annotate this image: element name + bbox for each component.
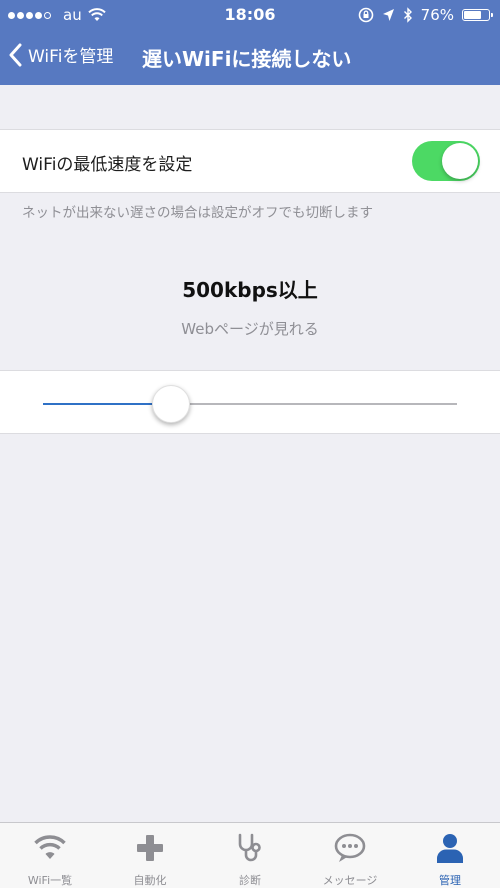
tab-messages[interactable]: メッセージ [300, 823, 400, 888]
tab-bar: WiFi一覧 自動化 診断 メッセージ 管理 [0, 822, 500, 888]
plus-icon [137, 835, 163, 861]
status-bar: au 18:06 76% [0, 0, 500, 30]
tab-automation-label: 自動化 [133, 874, 167, 887]
status-right: 76% [358, 6, 493, 24]
battery-fill [464, 11, 481, 19]
page-title: 遅いWiFiに接続しない [142, 47, 352, 71]
location-arrow-icon [382, 9, 394, 21]
tab-manage[interactable]: 管理 [400, 823, 500, 888]
chevron-left-icon [9, 43, 22, 66]
tab-messages-label: メッセージ [322, 874, 378, 887]
min-speed-toggle-row: WiFiの最低速度を設定 [0, 129, 500, 193]
back-button[interactable]: WiFiを管理 [8, 42, 113, 67]
chat-bubble-icon [334, 833, 366, 862]
person-icon [437, 834, 463, 863]
speed-threshold-value: 500kbps以上 [182, 278, 318, 302]
tab-wifi-list-label: WiFi一覧 [27, 874, 73, 887]
speed-threshold-description: Webページが見れる [181, 320, 319, 338]
tab-manage-label: 管理 [439, 874, 461, 887]
rotation-lock-icon [358, 7, 373, 23]
tab-diagnosis-label: 診断 [239, 874, 261, 887]
switch-knob [442, 143, 478, 179]
tab-diagnosis[interactable]: 診断 [200, 823, 300, 888]
battery-percent: 76% [420, 6, 454, 24]
wifi-icon [34, 835, 66, 859]
min-speed-toggle-label: WiFiの最低速度を設定 [22, 155, 193, 175]
min-speed-switch[interactable] [412, 141, 480, 181]
speed-slider-track[interactable] [43, 403, 457, 405]
tab-wifi-list[interactable]: WiFi一覧 [0, 823, 100, 888]
navigation-bar: WiFiを管理 遅いWiFiに接続しない [0, 30, 500, 85]
speed-slider-row [0, 370, 500, 434]
back-button-label: WiFiを管理 [28, 47, 114, 67]
tab-automation[interactable]: 自動化 [100, 823, 200, 888]
disconnect-note: ネットが出来ない遅さの場合は設定がオフでも切断します [22, 205, 373, 221]
stethoscope-icon [238, 833, 261, 862]
speed-slider-thumb[interactable] [152, 385, 191, 423]
bluetooth-icon [403, 7, 412, 23]
battery-icon [462, 9, 493, 21]
